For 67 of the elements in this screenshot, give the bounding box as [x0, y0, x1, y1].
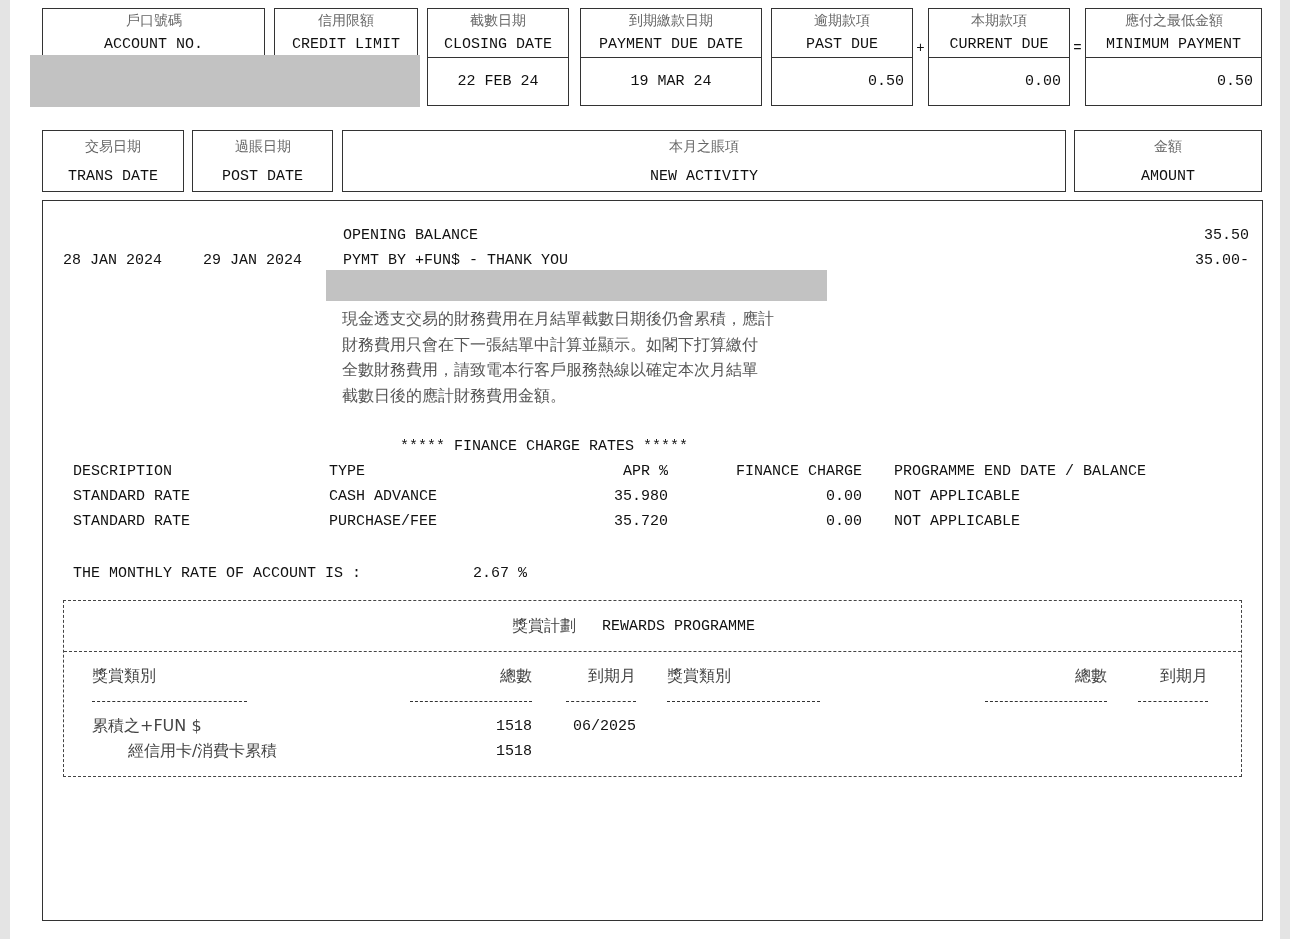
column-header: 總數	[1075, 666, 1107, 687]
column-label: NEW ACTIVITY	[650, 168, 758, 185]
amount-text: 35.50	[1204, 227, 1249, 244]
column-header: 總數	[500, 666, 532, 687]
table-cell: 經信用卡/消費卡累積	[128, 741, 278, 762]
column-label: 信用限額	[318, 12, 374, 30]
column-label: 本月之賬項	[669, 138, 739, 156]
table-cell: 35.980	[614, 488, 668, 505]
table-cell: 06/2025	[573, 718, 636, 735]
amount-text: 35.00-	[1195, 252, 1249, 269]
table-cell: 0.00	[826, 488, 862, 505]
column-label: ACCOUNT NO.	[104, 36, 203, 53]
table-cell: 0.00	[826, 513, 862, 530]
note-paragraph: 現金透支交易的財務費用在月結單截數日期後仍會累積，應計 財務費用只會在下一張結單中計算並顯示。如閣下打算繳付 全數財務費用，請致電本行客戶服務熱線以確定本次月結單 截數日後的應計財務費用金額。	[342, 308, 775, 407]
field-value: 0.50	[1217, 73, 1253, 90]
column-label: 截數日期	[470, 12, 526, 30]
operator-sign: =	[1072, 39, 1083, 56]
column-label: TRANS DATE	[68, 168, 158, 185]
activity-description: PYMT BY +FUN$ - THANK YOU	[343, 252, 569, 269]
operator-sign: +	[915, 39, 926, 56]
column-label: AMOUNT	[1141, 168, 1195, 185]
column-header: 獎賞類別	[92, 666, 156, 687]
table-cell: STANDARD RATE	[73, 488, 191, 505]
rate-value: 2.67 %	[473, 565, 527, 582]
column-label: 交易日期	[85, 138, 141, 156]
field-value: 0.00	[1025, 73, 1061, 90]
field-value: 0.50	[868, 73, 904, 90]
column-label: 戶口號碼	[125, 12, 182, 30]
column-label: 逾期款項	[814, 12, 870, 30]
column-label: 到期繳款日期	[629, 12, 713, 30]
column-label: 應付之最低金額	[1124, 12, 1223, 30]
column-label: MINIMUM PAYMENT	[1106, 36, 1241, 53]
column-header: APR %	[623, 463, 668, 480]
table-cell: 1518	[496, 743, 532, 760]
column-label: 金額	[1154, 138, 1182, 156]
column-label: 過賬日期	[234, 138, 291, 156]
table-cell: 累積之+FUN $	[92, 716, 202, 737]
table-cell: PURCHASE/FEE	[329, 513, 438, 530]
column-header: TYPE	[329, 463, 365, 480]
table-cell: STANDARD RATE	[73, 513, 191, 530]
column-label: CURRENT DUE	[949, 36, 1049, 53]
column-label: PAYMENT DUE DATE	[599, 36, 743, 53]
column-label: POST DATE	[222, 168, 303, 185]
column-label: CLOSING DATE	[444, 36, 552, 53]
column-label: PAST DUE	[806, 36, 878, 53]
column-header: FINANCE CHARGE	[735, 463, 862, 480]
column-header: 到期月	[588, 666, 636, 687]
column-label: 本期款項	[971, 12, 1027, 30]
date-text: 28 JAN 2024	[63, 252, 163, 269]
field-value: 22 FEB 24	[457, 73, 539, 90]
table-cell: NOT APPLICABLE	[894, 513, 1021, 530]
column-header: 獎賞類別	[667, 666, 731, 687]
column-header: 到期月	[1160, 666, 1208, 687]
table-cell: CASH ADVANCE	[329, 488, 438, 505]
table-cell: 1518	[496, 718, 532, 735]
activity-description: OPENING BALANCE	[343, 227, 479, 244]
column-label: CREDIT LIMIT	[292, 36, 400, 53]
section-title: ***** FINANCE CHARGE RATES *****	[400, 437, 690, 457]
column-header: PROGRAMME END DATE / BALANCE	[894, 463, 1147, 480]
table-cell: NOT APPLICABLE	[894, 488, 1021, 505]
field-value: 19 MAR 24	[630, 73, 712, 90]
table-cell: 35.720	[614, 513, 668, 530]
section-title: REWARDS PROGRAMME	[602, 617, 756, 635]
date-text: 29 JAN 2024	[203, 252, 303, 269]
column-header: DESCRIPTION	[73, 463, 173, 480]
section-title: 獎賞計劃	[512, 615, 576, 637]
rate-label: THE MONTHLY RATE OF ACCOUNT IS :	[73, 565, 362, 582]
